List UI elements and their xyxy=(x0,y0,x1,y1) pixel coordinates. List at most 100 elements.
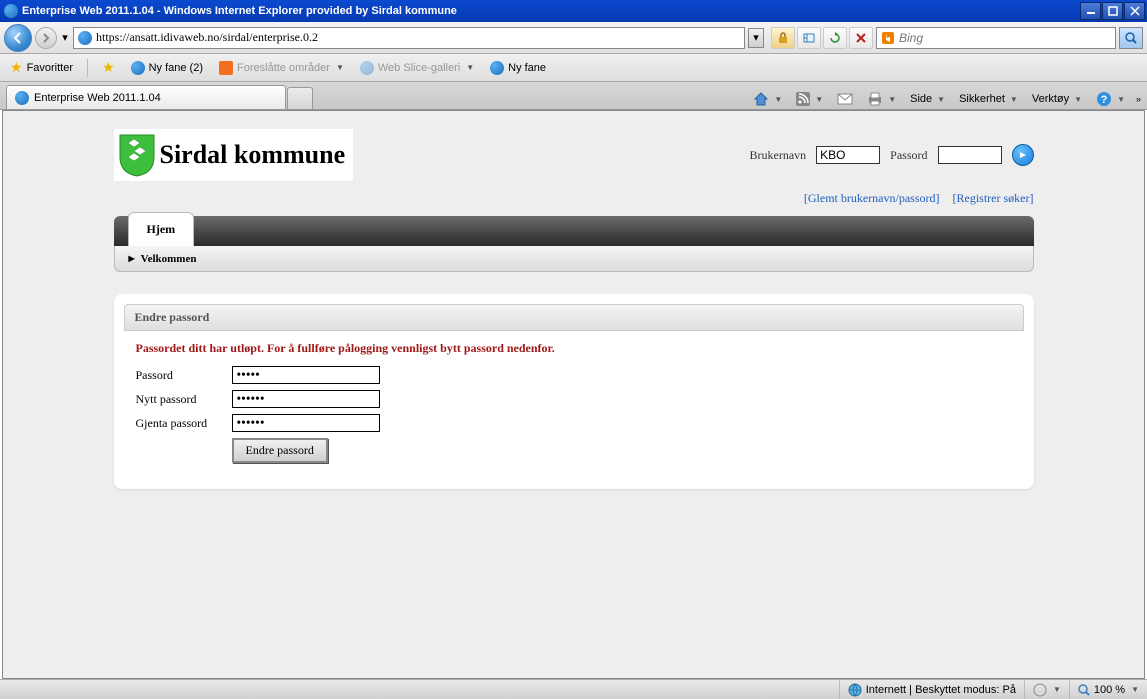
brand-name: Sirdal kommune xyxy=(160,140,346,170)
fav-link-nyfane[interactable]: Ny fane (2) xyxy=(127,59,207,77)
fav-link-webslice[interactable]: Web Slice-galleri ▼ xyxy=(356,59,478,77)
current-password-input[interactable] xyxy=(232,366,380,384)
menu-label: Side xyxy=(910,93,932,105)
address-input[interactable] xyxy=(96,30,740,45)
chevron-down-icon: ▼ xyxy=(336,63,344,72)
page-menu[interactable]: Side▼ xyxy=(907,91,948,107)
repeat-password-label: Gjenta passord xyxy=(136,416,232,431)
change-password-button[interactable]: Endre passord xyxy=(232,438,328,463)
chevron-down-icon: ▼ xyxy=(466,63,474,72)
ie-icon xyxy=(131,61,145,75)
mail-button[interactable] xyxy=(834,91,856,107)
ie-icon xyxy=(15,91,29,105)
page-icon xyxy=(78,31,92,45)
forward-button[interactable] xyxy=(35,27,57,49)
globe-icon xyxy=(848,683,862,697)
add-favorite-button[interactable]: ★ xyxy=(98,57,119,78)
fav-label: Web Slice-galleri xyxy=(378,62,460,74)
safety-menu[interactable]: Sikkerhet▼ xyxy=(956,91,1021,107)
maximize-button[interactable] xyxy=(1102,2,1123,20)
new-tab-button[interactable] xyxy=(287,87,313,109)
rss-icon xyxy=(796,92,810,106)
status-bar: Internett | Beskyttet modus: På ▼ 100 % … xyxy=(0,679,1147,699)
svg-text:?: ? xyxy=(1101,94,1108,106)
subnav-label: Velkommen xyxy=(141,253,197,265)
tab-title: Enterprise Web 2011.1.04 xyxy=(34,92,161,104)
tabs-toolbar: Enterprise Web 2011.1.04 ▼ ▼ ▼ Side▼ Sik… xyxy=(0,82,1147,110)
home-icon xyxy=(753,91,769,107)
error-message: Passordet ditt har utløpt. For å fullfør… xyxy=(136,341,1012,356)
repeat-password-input[interactable] xyxy=(232,414,380,432)
password-input[interactable] xyxy=(938,146,1002,164)
ie-logo-icon xyxy=(4,4,18,18)
forgot-link[interactable]: [Glemt brukernavn/passord] xyxy=(804,191,940,205)
register-link[interactable]: [Registrer søker] xyxy=(953,191,1034,205)
zoom-icon xyxy=(1078,684,1090,696)
print-button[interactable]: ▼ xyxy=(864,90,899,108)
minimize-button[interactable] xyxy=(1080,2,1101,20)
tab-label: Hjem xyxy=(147,222,176,237)
back-button[interactable] xyxy=(4,24,32,52)
status-protected-icon[interactable]: ▼ xyxy=(1024,680,1069,699)
password-label: Passord xyxy=(890,148,927,163)
favorites-bar: ★ Favoritter ★ Ny fane (2) Foreslåtte omr… xyxy=(0,54,1147,82)
favorites-button[interactable]: ★ Favoritter xyxy=(6,57,77,78)
favorites-label: Favoritter xyxy=(27,62,73,74)
suggested-icon xyxy=(219,61,233,75)
browser-tab[interactable]: Enterprise Web 2011.1.04 xyxy=(6,85,286,109)
search-box[interactable] xyxy=(876,27,1116,49)
history-dropdown[interactable]: ▾ xyxy=(60,24,70,52)
panel-title: Endre passord xyxy=(124,304,1024,331)
fav-label: Ny fane xyxy=(508,62,546,74)
help-icon: ? xyxy=(1096,91,1112,107)
search-button[interactable] xyxy=(1119,27,1143,49)
bing-icon xyxy=(881,31,895,45)
feeds-button[interactable]: ▼ xyxy=(793,90,826,108)
fav-label: Ny fane (2) xyxy=(149,62,203,74)
ie-icon xyxy=(490,61,504,75)
close-button[interactable] xyxy=(1124,2,1145,20)
new-password-label: Nytt passord xyxy=(136,392,232,407)
new-password-input[interactable] xyxy=(232,390,380,408)
fav-link-foreslatte[interactable]: Foreslåtte områder ▼ xyxy=(215,59,348,77)
shield-small-icon xyxy=(1033,683,1047,697)
change-password-panel: Endre passord Passordet ditt har utløpt.… xyxy=(114,294,1034,489)
shield-icon xyxy=(118,133,156,177)
stop-button[interactable] xyxy=(849,27,873,49)
tools-menu[interactable]: Verktøy▼ xyxy=(1029,91,1085,107)
help-button[interactable]: ?▼ xyxy=(1093,89,1128,109)
home-button[interactable]: ▼ xyxy=(750,89,785,109)
zoom-control[interactable]: 100 % ▼ xyxy=(1069,680,1147,699)
sub-nav[interactable]: ▶ Velkommen xyxy=(114,246,1034,272)
menu-label: Sikkerhet xyxy=(959,93,1005,105)
brand-logo: Sirdal kommune xyxy=(114,129,354,181)
fav-label: Foreslåtte områder xyxy=(237,62,330,74)
compat-view-icon[interactable] xyxy=(797,27,821,49)
navigation-toolbar: ▾ ▾ xyxy=(0,22,1147,54)
zoom-text: 100 % xyxy=(1094,684,1125,696)
page-content: Sirdal kommune Brukernavn Passord [Glemt… xyxy=(2,110,1145,679)
refresh-button[interactable] xyxy=(823,27,847,49)
star-add-icon: ★ xyxy=(102,59,115,76)
window-title: Enterprise Web 2011.1.04 - Windows Inter… xyxy=(22,5,457,17)
address-dropdown[interactable]: ▾ xyxy=(748,28,764,48)
search-input[interactable] xyxy=(899,31,1111,45)
fav-link-nyfane2[interactable]: Ny fane xyxy=(486,59,550,77)
more-chevron-icon[interactable]: » xyxy=(1136,94,1141,104)
login-area: Brukernavn Passord xyxy=(750,144,1034,166)
status-zone[interactable]: Internett | Beskyttet modus: På xyxy=(839,680,1024,699)
username-input[interactable] xyxy=(816,146,880,164)
print-icon xyxy=(867,92,883,106)
login-button[interactable] xyxy=(1012,144,1034,166)
menu-label: Verktøy xyxy=(1032,93,1069,105)
triangle-icon: ▶ xyxy=(129,254,135,263)
separator xyxy=(87,59,88,77)
address-bar[interactable] xyxy=(73,27,745,49)
star-icon: ★ xyxy=(10,59,23,76)
lock-icon[interactable] xyxy=(771,27,795,49)
window-titlebar: Enterprise Web 2011.1.04 - Windows Inter… xyxy=(0,0,1147,22)
nav-tabbar: Hjem xyxy=(114,216,1034,246)
status-zone-text: Internett | Beskyttet modus: På xyxy=(866,684,1016,696)
current-password-label: Passord xyxy=(136,368,232,383)
tab-hjem[interactable]: Hjem xyxy=(128,212,195,246)
